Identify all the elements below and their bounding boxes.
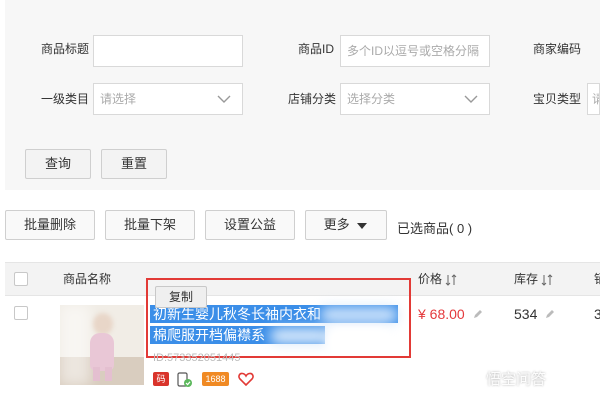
chevron-down-icon [464,95,478,103]
item-type-select[interactable]: 请 [587,83,600,115]
query-button[interactable]: 查询 [25,149,91,179]
shop-category-label: 店铺分类 [288,92,337,106]
phone-check-icon[interactable] [176,372,194,387]
column-header-cut: 销 [594,270,600,287]
column-header-price[interactable]: 价格 [418,270,457,287]
item-id: ID:573352051445 [153,352,241,364]
more-button[interactable]: 更多 [305,210,387,240]
title-input[interactable] [93,35,243,67]
title-filter-label: 商品标题 [41,42,90,56]
row-checkbox[interactable] [14,306,28,320]
item-type-label: 宝贝类型 [533,92,582,106]
charity-heart-icon[interactable] [238,372,254,387]
stock-text: 534 [514,306,538,322]
column-header-stock[interactable]: 库存 [514,270,553,287]
price-value: ¥ 68.00 [418,306,483,322]
column-header-stock-label: 库存 [514,272,539,286]
stock-value: 534 [514,306,555,322]
pencil-icon[interactable] [473,309,483,319]
selected-count: 已选商品( 0 ) [397,221,473,236]
pencil-icon[interactable] [545,309,555,319]
sort-icon [542,274,553,286]
code-badge[interactable]: 码 [153,372,169,386]
column-header-name: 商品名称 [63,272,112,286]
batch-delete-button[interactable]: 批量删除 [5,210,95,240]
sort-icon [446,274,457,286]
select-all-checkbox[interactable] [14,272,28,286]
more-button-label: 更多 [323,217,350,232]
source-1688-badge[interactable]: 1688 [202,372,229,386]
annotation-highlight-box [146,278,411,358]
set-charity-button[interactable]: 设置公益 [205,210,295,240]
category-select[interactable]: 请选择 [93,83,243,115]
caret-down-icon [357,222,368,229]
watermark-text: 悟空问答 [486,371,547,388]
merchant-code-label: 商家编码 [533,42,582,56]
chevron-down-icon [217,95,231,103]
speech-bubble-icon [465,371,481,387]
product-thumbnail[interactable] [60,305,144,385]
shop-category-select-value: 选择分类 [347,92,396,106]
price-text: ¥ 68.00 [418,306,465,322]
category-select-value: 请选择 [100,92,137,106]
category-filter-label: 一级类目 [41,92,90,106]
batch-offshelf-button[interactable]: 批量下架 [105,210,195,240]
id-filter-label: 商品ID [298,42,335,56]
shop-category-select[interactable]: 选择分类 [340,83,490,115]
sales-value: 3 [594,306,600,322]
reset-button[interactable]: 重置 [101,149,167,179]
id-input[interactable]: 多个ID以逗号或空格分隔 [340,35,490,67]
column-header-price-label: 价格 [418,272,443,286]
